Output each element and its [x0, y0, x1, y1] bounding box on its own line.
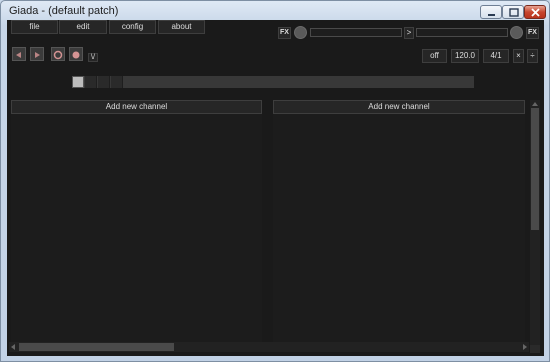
beats-divide-button[interactable]: ÷ [527, 49, 538, 63]
menu-edit[interactable]: edit [59, 20, 107, 34]
play-icon [35, 52, 40, 58]
beat-meter [72, 76, 474, 88]
menu-about[interactable]: about [158, 20, 205, 34]
close-icon [531, 8, 540, 17]
beat-cell [98, 76, 110, 88]
minimize-icon [488, 14, 495, 16]
add-channel-button-2[interactable]: Add new channel [273, 100, 525, 114]
vertical-scroll-thumb[interactable] [531, 108, 539, 230]
resize-grip[interactable] [530, 345, 540, 353]
channel-column-1 [11, 100, 262, 342]
app-window: Giada - (default patch) file edit config… [0, 0, 550, 362]
rewind-button[interactable] [12, 47, 26, 61]
metronome-button[interactable]: \/ [88, 53, 98, 62]
beats-button[interactable]: 4/1 [483, 49, 509, 63]
menu-file[interactable]: file [11, 20, 58, 34]
maximize-button[interactable] [502, 5, 524, 19]
scroll-up-icon[interactable] [530, 100, 540, 108]
rewind-icon [16, 52, 21, 58]
quantize-select[interactable]: off [422, 49, 447, 63]
scroll-left-icon[interactable] [9, 342, 17, 352]
menu-config[interactable]: config [109, 20, 156, 34]
bpm-button[interactable]: 120.0 [451, 49, 479, 63]
add-channel-button-1[interactable]: Add new channel [11, 100, 262, 114]
record-input-button[interactable] [69, 47, 83, 61]
record-actions-button[interactable] [51, 47, 65, 61]
input-fx-button[interactable]: FX [278, 27, 291, 39]
input-meter [310, 28, 402, 37]
title-bar[interactable]: Giada - (default patch) [1, 1, 549, 21]
beats-multiply-button[interactable]: × [513, 49, 524, 63]
horizontal-scroll-thumb[interactable] [19, 343, 174, 351]
minimize-button[interactable] [480, 5, 502, 19]
output-meter [416, 28, 508, 37]
record-actions-icon [53, 50, 63, 60]
vertical-scrollbar[interactable] [530, 100, 540, 345]
input-to-output-toggle[interactable]: > [404, 27, 414, 39]
window-title: Giada - (default patch) [9, 5, 119, 17]
beat-cell [72, 76, 84, 88]
channel-column-2 [273, 100, 525, 342]
record-input-icon [72, 51, 80, 59]
output-volume-knob[interactable] [510, 26, 523, 39]
main-area: file edit config about FX > FX \/ off 12… [7, 20, 544, 356]
input-volume-knob[interactable] [294, 26, 307, 39]
beat-cell [85, 76, 97, 88]
horizontal-scrollbar[interactable] [9, 342, 529, 352]
play-button[interactable] [30, 47, 44, 61]
scroll-right-icon[interactable] [521, 342, 529, 352]
output-fx-button[interactable]: FX [526, 27, 539, 39]
beat-cell [111, 76, 123, 88]
close-button[interactable] [524, 5, 546, 19]
maximize-icon [509, 8, 519, 17]
